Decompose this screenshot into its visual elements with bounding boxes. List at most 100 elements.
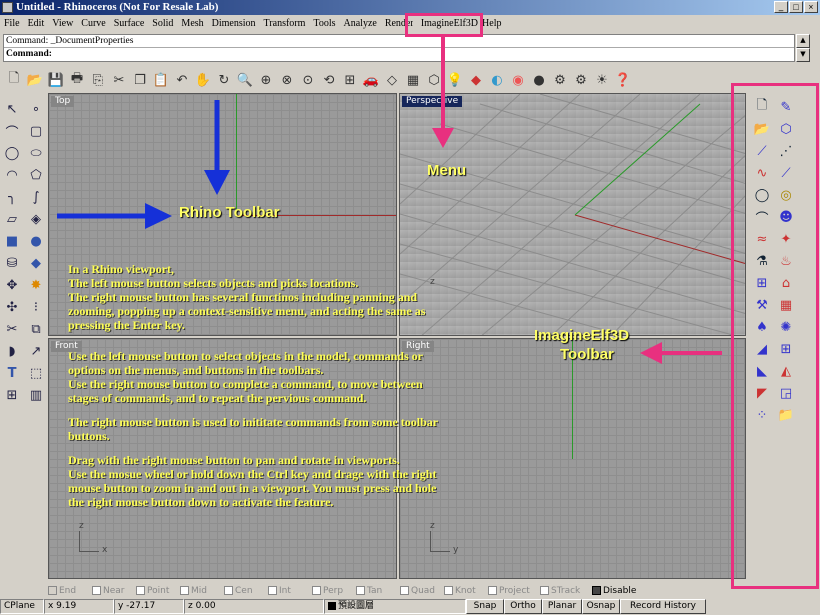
plugin-icon[interactable]: ⚙ <box>550 70 570 90</box>
light2-icon[interactable]: ☀ <box>592 70 612 90</box>
checkbox-icon[interactable] <box>48 586 57 595</box>
help-icon[interactable]: ❓ <box>613 70 633 90</box>
status-snap-button[interactable]: Snap <box>466 599 504 614</box>
shade-icon[interactable]: ◐ <box>487 70 507 90</box>
mesh-icon[interactable]: ◗ <box>0 340 24 362</box>
solid2-icon[interactable]: ● <box>24 230 48 252</box>
rhino-app-icon[interactable] <box>2 2 13 13</box>
pan-icon[interactable]: ✋ <box>193 70 213 90</box>
snap-project[interactable]: Project <box>488 584 538 597</box>
checkbox-icon[interactable] <box>224 586 233 595</box>
menu-dimension[interactable]: Dimension <box>208 15 260 32</box>
light-icon[interactable]: 💡 <box>445 70 465 90</box>
fillet-icon[interactable]: ╮ <box>0 186 24 208</box>
snap-mid[interactable]: Mid <box>180 584 222 597</box>
minimize-button[interactable]: _ <box>774 1 788 13</box>
checkbox-icon[interactable] <box>444 586 453 595</box>
viewport-right[interactable]: Right z y <box>399 338 746 579</box>
circle-icon[interactable]: ◯ <box>0 142 24 164</box>
zoom-selected-icon[interactable]: ⊙ <box>298 70 318 90</box>
curve-icon[interactable]: ⌒ <box>0 120 24 142</box>
viewports-icon[interactable]: ⊞ <box>340 70 360 90</box>
zoom-icon[interactable]: 🔍 <box>235 70 255 90</box>
status-record-history-button[interactable]: Record History <box>620 599 706 614</box>
status-layer[interactable]: 預設圖層 <box>324 599 466 614</box>
menu-tools[interactable]: Tools <box>309 15 339 32</box>
ellipse-icon[interactable]: ⬭ <box>24 142 48 164</box>
mirror-icon[interactable]: ⬡ <box>424 70 444 90</box>
checkbox-icon[interactable] <box>488 586 497 595</box>
point-icon[interactable]: ∘ <box>24 98 48 120</box>
undo-view-icon[interactable]: ⟲ <box>319 70 339 90</box>
extrude-icon[interactable]: ⛁ <box>0 252 24 274</box>
menu-analyze[interactable]: Analyze <box>340 15 381 32</box>
cut-icon[interactable]: ✂ <box>109 70 129 90</box>
checkbox-icon[interactable] <box>540 586 549 595</box>
snap-point[interactable]: Point <box>136 584 178 597</box>
cplane-icon[interactable]: ◇ <box>382 70 402 90</box>
checkbox-icon[interactable] <box>136 586 145 595</box>
arc-icon[interactable]: ◠ <box>0 164 24 186</box>
rectangle-icon[interactable]: ▢ <box>24 120 48 142</box>
menu-edit[interactable]: Edit <box>24 15 49 32</box>
checkbox-icon[interactable] <box>312 586 321 595</box>
status-planar-button[interactable]: Planar <box>542 599 582 614</box>
zoom-extents-icon[interactable]: ⊗ <box>277 70 297 90</box>
explode-icon[interactable]: ✸ <box>24 274 48 296</box>
status-cplane[interactable]: CPlane <box>0 599 44 614</box>
gear-icon[interactable]: ⚙ <box>571 70 591 90</box>
checkbox-icon[interactable] <box>92 586 101 595</box>
surface2-icon[interactable]: ◈ <box>24 208 48 230</box>
checkbox-icon[interactable] <box>592 586 601 595</box>
viewport-label-top[interactable]: Top <box>51 96 75 107</box>
import-icon[interactable]: ⎘ <box>88 70 108 90</box>
maximize-button[interactable]: □ <box>789 1 803 13</box>
snap-perp[interactable]: Perp <box>312 584 354 597</box>
snap-quad[interactable]: Quad <box>400 584 442 597</box>
snap-tan[interactable]: Tan <box>356 584 398 597</box>
menu-surface[interactable]: Surface <box>110 15 149 32</box>
select-icon[interactable]: ↖ <box>0 98 24 120</box>
checkbox-icon[interactable] <box>268 586 277 595</box>
sphere-icon[interactable]: ● <box>529 70 549 90</box>
undo-icon[interactable]: ↶ <box>172 70 192 90</box>
grid-icon[interactable]: ▦ <box>403 70 423 90</box>
snap-strack[interactable]: STrack <box>540 584 590 597</box>
group-icon[interactable]: ⧉ <box>24 318 48 340</box>
car-icon[interactable]: 🚗 <box>361 70 381 90</box>
snap-end[interactable]: End <box>48 584 90 597</box>
snap-int[interactable]: Int <box>268 584 310 597</box>
print-icon[interactable]: 🖶 <box>67 70 87 90</box>
menu-view[interactable]: View <box>48 15 77 32</box>
menu-mesh[interactable]: Mesh <box>177 15 207 32</box>
close-button[interactable]: × <box>804 1 818 13</box>
copy-icon[interactable]: ❐ <box>130 70 150 90</box>
command-scrollbar[interactable]: ▲ ▼ <box>796 34 810 62</box>
curve2-icon[interactable]: ∫ <box>24 186 48 208</box>
move-icon[interactable]: ✣ <box>0 296 24 318</box>
open-icon[interactable]: 📂 <box>25 70 45 90</box>
snap-cen[interactable]: Cen <box>224 584 266 597</box>
rotate-icon[interactable]: ↻ <box>214 70 234 90</box>
status-ortho-button[interactable]: Ortho <box>504 599 542 614</box>
dim-icon[interactable]: ↗ <box>24 340 48 362</box>
surface-icon[interactable]: ▱ <box>0 208 24 230</box>
text-icon[interactable]: T <box>0 362 24 384</box>
trim-icon[interactable]: ✂ <box>0 318 24 340</box>
checkbox-icon[interactable] <box>356 586 365 595</box>
polygon-icon[interactable]: ⬠ <box>24 164 48 186</box>
save-icon[interactable]: 💾 <box>46 70 66 90</box>
solid-icon[interactable]: ■ <box>0 230 24 252</box>
status-osnap-button[interactable]: Osnap <box>582 599 620 614</box>
menu-file[interactable]: File <box>0 15 24 32</box>
menu-curve[interactable]: Curve <box>77 15 109 32</box>
command-line[interactable]: Command: <box>4 48 794 61</box>
snap-knot[interactable]: Knot <box>444 584 486 597</box>
menu-transform[interactable]: Transform <box>260 15 310 32</box>
snap-near[interactable]: Near <box>92 584 134 597</box>
snap-disable[interactable]: Disable <box>592 584 642 597</box>
cylinder-icon[interactable]: ◆ <box>24 252 48 274</box>
render-icon[interactable]: ▥ <box>24 384 48 406</box>
paste-icon[interactable]: 📋 <box>151 70 171 90</box>
render-icon[interactable]: ◆ <box>466 70 486 90</box>
